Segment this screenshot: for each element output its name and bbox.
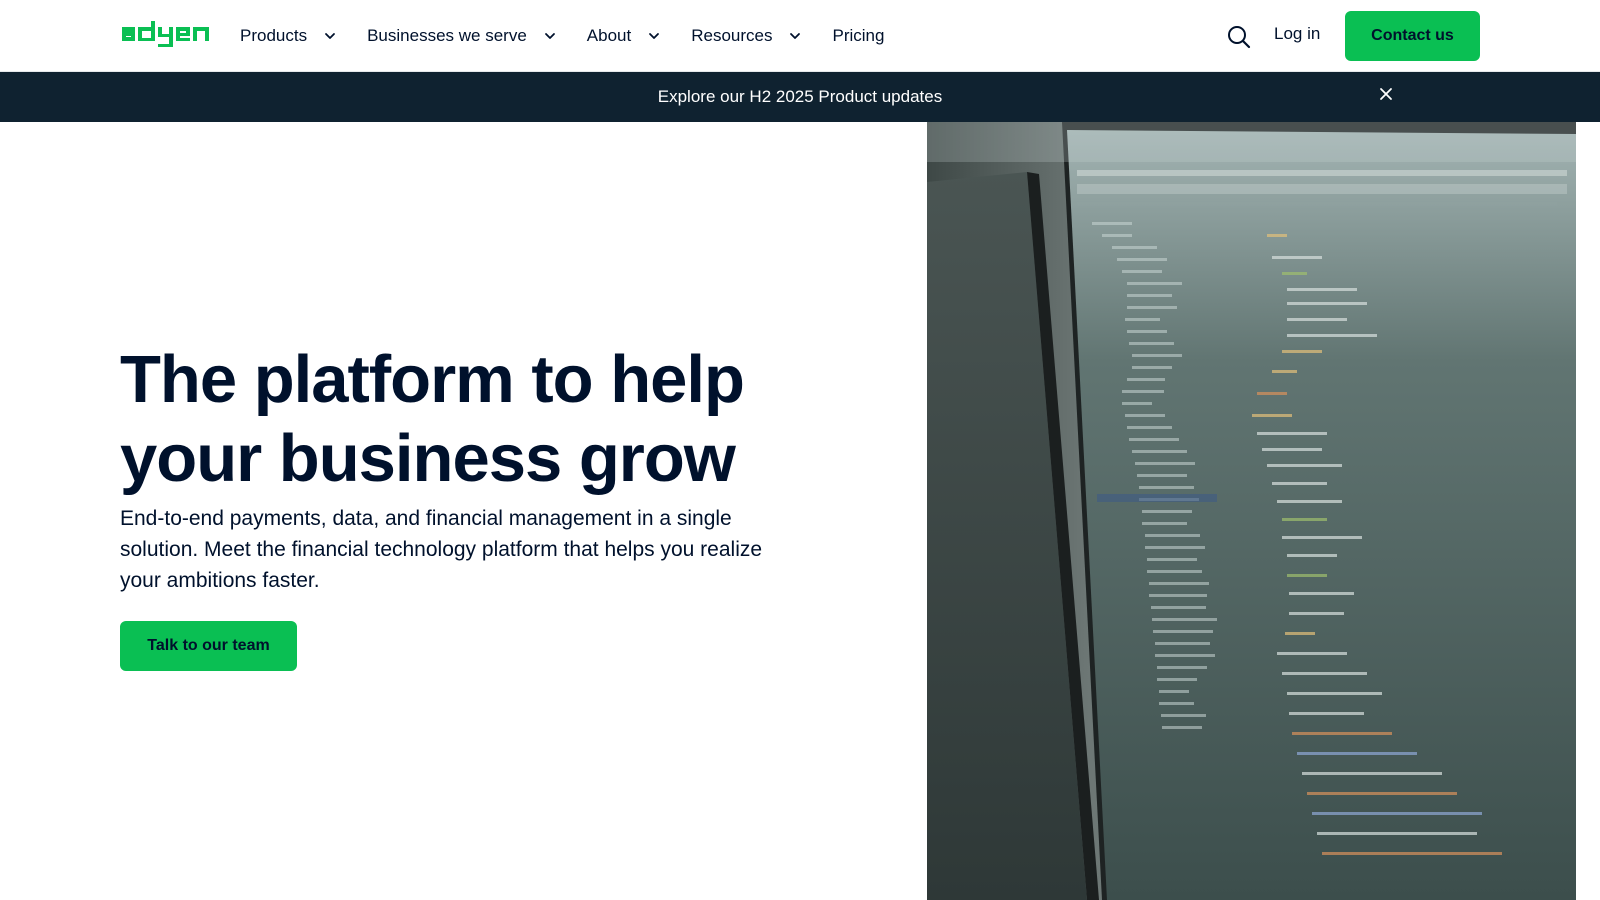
search-icon <box>1228 26 1251 49</box>
close-icon <box>1380 88 1392 100</box>
site-header: Products Businesses we serve About Resou… <box>0 0 1600 72</box>
adyen-logo[interactable] <box>120 18 216 52</box>
chevron-down-icon <box>543 29 557 43</box>
login-link[interactable]: Log in <box>1274 24 1320 44</box>
nav-item-label: Products <box>240 26 308 45</box>
code-monitor-illustration <box>927 122 1576 900</box>
chevron-down-icon <box>323 29 337 43</box>
chevron-down-icon <box>647 29 661 43</box>
nav-item-about[interactable]: About <box>587 26 661 46</box>
nav-item-label: Pricing <box>832 26 885 45</box>
hero-title-line-2: your business grow <box>120 421 736 496</box>
hero-title: The platform to help your business grow <box>120 340 840 498</box>
nav-item-label: About <box>586 26 632 45</box>
talk-to-our-team-button[interactable]: Talk to our team <box>120 621 297 671</box>
hero-title-line-1: The platform to help <box>120 342 745 417</box>
nav-item-label: Resources <box>691 26 773 45</box>
nav-item-businesses-we-serve[interactable]: Businesses we serve <box>367 26 557 46</box>
hero-subtitle: End-to-end payments, data, and financial… <box>120 507 763 592</box>
banner-link[interactable]: Explore our H2 2025 Product updates <box>0 87 1600 107</box>
hero-image <box>927 122 1576 900</box>
nav-item-products[interactable]: Products <box>240 26 337 46</box>
main-nav: Products Businesses we serve About Resou… <box>240 0 914 72</box>
adyen-logo-mark <box>122 21 209 47</box>
nav-item-pricing[interactable]: Pricing <box>832 26 884 46</box>
nav-item-label: Businesses we serve <box>367 26 527 45</box>
chevron-down-icon <box>788 29 802 43</box>
banner-close-button[interactable] <box>1378 86 1394 102</box>
contact-us-button[interactable]: Contact us <box>1345 11 1480 61</box>
announcement-banner: Explore our H2 2025 Product updates <box>0 72 1600 122</box>
search-button[interactable] <box>1226 24 1252 50</box>
nav-item-resources[interactable]: Resources <box>691 26 802 46</box>
